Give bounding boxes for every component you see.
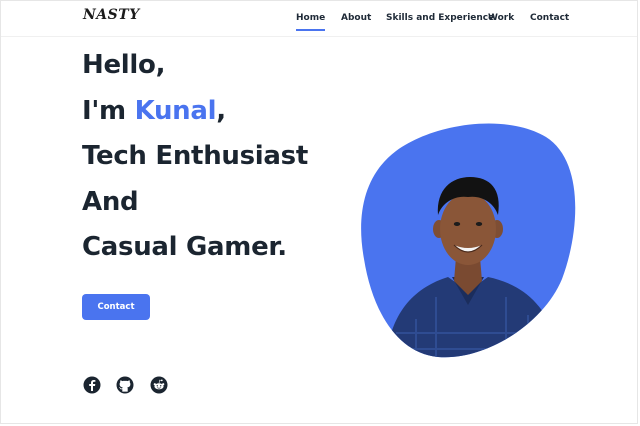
nav-work[interactable]: Work	[488, 13, 514, 23]
hero-name-prefix: I'm	[82, 96, 135, 126]
page: NASTY Home About Skills and Experience W…	[0, 0, 638, 424]
github-icon[interactable]	[116, 376, 134, 394]
header: NASTY Home About Skills and Experience W…	[1, 1, 637, 37]
nav-home[interactable]: Home	[296, 13, 326, 31]
nav-skills-and-experience[interactable]: Skills and Experience	[386, 13, 494, 23]
contact-button[interactable]: Contact	[82, 294, 150, 320]
hero-name-line: I'm Kunal,	[82, 96, 226, 126]
reddit-icon[interactable]	[150, 376, 168, 394]
hero-tagline-3: Casual Gamer.	[82, 232, 287, 262]
hero-greeting: Hello,	[82, 50, 166, 80]
hero-tagline-2: And	[82, 187, 139, 217]
hero-name: Kunal	[134, 96, 217, 126]
facebook-icon[interactable]	[83, 376, 101, 394]
profile-photo	[361, 123, 576, 358]
nav-contact[interactable]: Contact	[530, 13, 569, 23]
nav-about[interactable]: About	[341, 13, 371, 23]
hero-tagline-1: Tech Enthusiast	[82, 141, 308, 171]
nav: Home About Skills and Experience Work Co…	[1, 13, 637, 35]
hero-name-suffix: ,	[216, 96, 226, 126]
